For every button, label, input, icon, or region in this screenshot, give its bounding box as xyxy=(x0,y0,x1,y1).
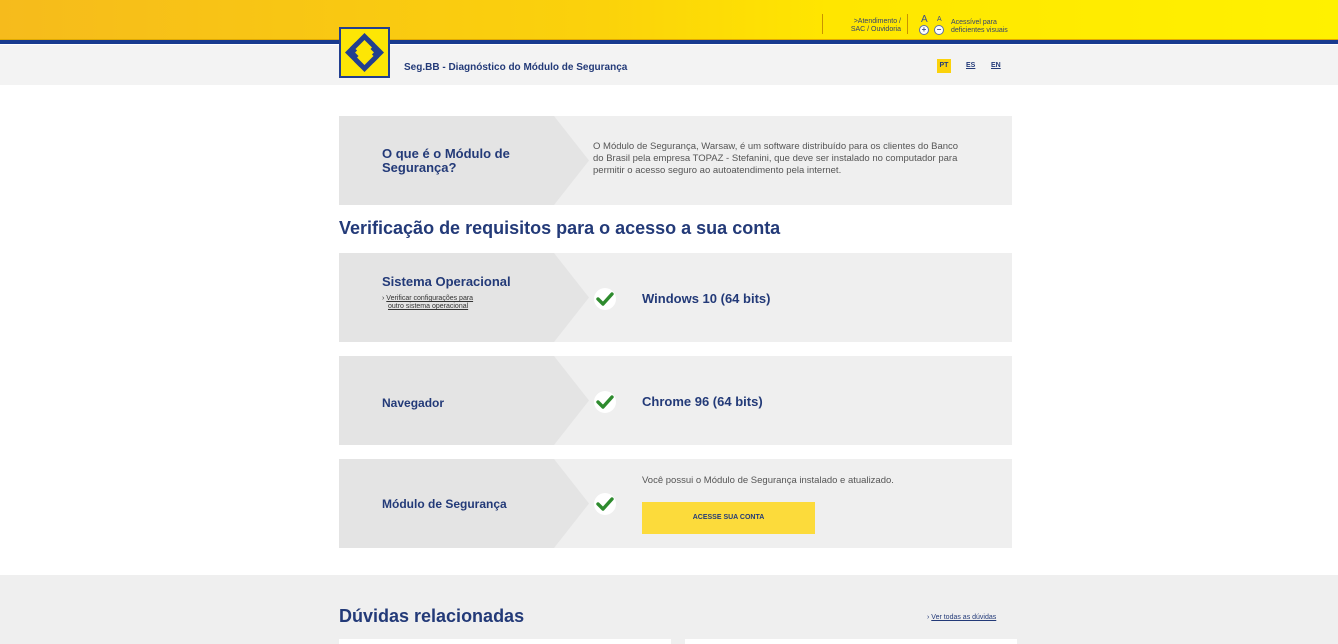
module-result: Você possui o Módulo de Segurança instal… xyxy=(642,475,894,486)
card-arrow-shape xyxy=(339,356,589,445)
browser-result: Chrome 96 (64 bits) xyxy=(642,394,763,409)
check-icon xyxy=(594,391,616,413)
font-size-controls: A A + − xyxy=(917,14,947,36)
service-link-line1: >Atendimento / xyxy=(853,18,901,25)
os-result: Windows 10 (64 bits) xyxy=(642,291,771,306)
intro-description-line1: O Módulo de Segurança, Warsaw, é um soft… xyxy=(593,141,959,152)
faq-card[interactable] xyxy=(339,639,671,644)
accessibility-line1: Acessível para xyxy=(951,19,997,26)
service-link[interactable]: >Atendimento / SAC / Ouvidoria xyxy=(830,18,901,34)
top-bar-separator xyxy=(907,14,908,34)
other-os-link-line2: outro sistema operacional xyxy=(388,303,469,310)
intro-description-line3: permitir o acesso seguro ao autoatendime… xyxy=(593,165,842,176)
top-bar xyxy=(0,0,1338,44)
faq-card[interactable] xyxy=(685,639,1017,644)
intro-description-line2: do Brasil pela empresa TOPAZ - Stefanini… xyxy=(593,153,958,164)
intro-question: O que é o Módulo de Segurança? xyxy=(382,147,510,175)
see-all-faq-link[interactable]: › Ver todas as dúvidas xyxy=(927,614,996,621)
os-label: Sistema Operacional xyxy=(382,274,511,289)
browser-label: Navegador xyxy=(382,396,445,410)
service-link-line2: SAC / Ouvidoria xyxy=(850,26,901,33)
language-en[interactable]: EN xyxy=(991,59,1001,73)
top-bar-divider xyxy=(0,40,1338,44)
language-es[interactable]: ES xyxy=(966,59,975,73)
requirements-heading: Verificação de requisitos para o acesso … xyxy=(339,218,781,238)
faq-section xyxy=(0,575,1338,644)
font-increase-button[interactable]: + xyxy=(919,25,929,35)
font-increase-label: A xyxy=(921,14,928,25)
font-decrease-button[interactable]: − xyxy=(934,25,944,35)
see-all-faq-label: Ver todas as dúvidas xyxy=(931,614,997,621)
accessibility-line2: deficientes visuais xyxy=(951,27,1008,34)
bb-logo-icon[interactable] xyxy=(339,27,390,78)
intro-description: O Módulo de Segurança, Warsaw, é um soft… xyxy=(593,141,958,177)
font-decrease-label: A xyxy=(937,16,942,23)
access-account-button[interactable]: ACESSE SUA CONTA xyxy=(642,502,815,534)
top-bar-separator xyxy=(822,14,823,34)
intro-question-line2: Segurança? xyxy=(382,160,457,175)
other-os-link-line1: Verificar configurações para xyxy=(386,295,474,302)
check-icon xyxy=(594,288,616,310)
header-strip xyxy=(0,45,1338,85)
faq-title: Dúvidas relacionadas xyxy=(339,606,525,626)
accessibility-link[interactable]: Acessível para deficientes visuais xyxy=(951,19,1008,35)
other-os-link[interactable]: › Verificar configurações para outro sis… xyxy=(382,295,473,311)
page-title: Seg.BB - Diagnóstico do Módulo de Segura… xyxy=(404,62,628,73)
check-icon xyxy=(594,493,616,515)
language-pt[interactable]: PT xyxy=(937,59,951,73)
module-label: Módulo de Segurança xyxy=(382,497,507,511)
chevron-right-icon: › xyxy=(382,295,385,302)
intro-question-line1: O que é o Módulo de xyxy=(382,146,510,161)
